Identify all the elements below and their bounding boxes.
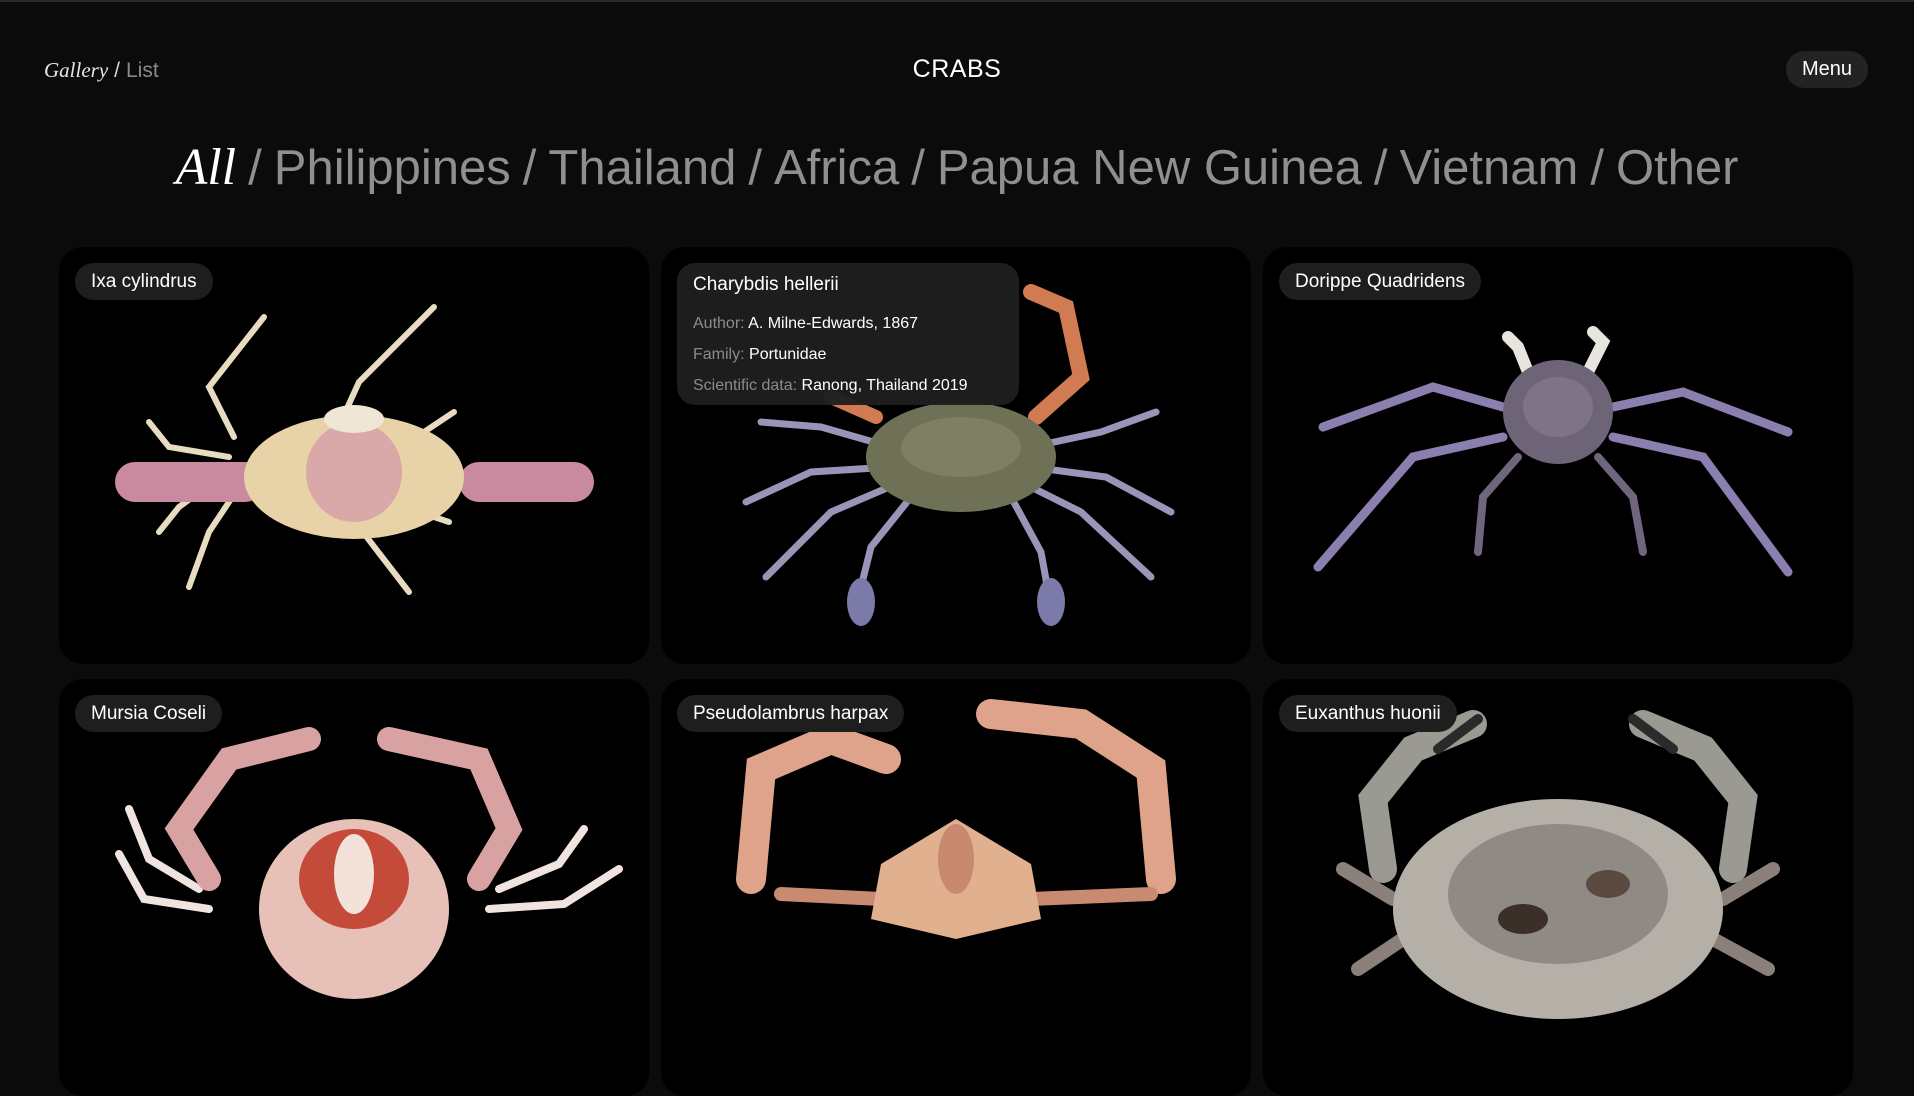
crab-photo xyxy=(736,699,1176,939)
crab-card[interactable]: Ixa cylindrus xyxy=(59,247,649,664)
crab-name-label: Dorippe Quadridens xyxy=(1279,263,1482,300)
crab-card[interactable]: Euxanthus huonii xyxy=(1263,679,1853,1096)
crab-card[interactable]: Dorippe Quadridens xyxy=(1263,247,1853,664)
crab-card[interactable]: Charybdis hellerii Author: A. Milne-Edwa… xyxy=(661,247,1251,664)
region-filter-bar: All / Philippines / Thailand / Africa / Papua Ne… xyxy=(0,138,1914,197)
crab-card[interactable]: Mursia Coseli xyxy=(59,679,649,1096)
crab-name-label: Euxanthus huonii xyxy=(1279,695,1457,732)
site-title: CRABS xyxy=(912,55,1002,83)
filter-philippines[interactable]: Philippines xyxy=(274,141,511,195)
filter-separator: / xyxy=(1373,141,1388,195)
menu-button[interactable]: Menu xyxy=(1785,51,1868,88)
filter-separator: / xyxy=(911,141,925,195)
filter-separator: / xyxy=(248,141,262,195)
family-label: Family: xyxy=(693,346,745,363)
family-row: Family: Portunidae xyxy=(693,346,826,364)
crab-name-label: Charybdis hellerii xyxy=(693,274,839,295)
filter-africa[interactable]: Africa xyxy=(774,141,899,195)
filter-separator: / xyxy=(1590,141,1604,195)
crab-details-tooltip: Charybdis hellerii Author: A. Milne-Edwa… xyxy=(677,263,1019,405)
scientific-data-row: Scientific data: Ranong, Thailand 2019 xyxy=(693,377,968,395)
top-border xyxy=(0,0,1914,2)
filter-all[interactable]: All xyxy=(175,139,236,196)
family-value: Portunidae xyxy=(749,346,827,363)
crab-photo xyxy=(115,727,623,999)
crab-card[interactable]: Pseudolambrus harpax xyxy=(661,679,1251,1096)
author-row: Author: A. Milne-Edwards, 1867 xyxy=(693,315,918,333)
crab-name-label: Pseudolambrus harpax xyxy=(677,695,905,732)
scientific-data-label: Scientific data: xyxy=(693,377,798,394)
filter-separator: / xyxy=(522,141,537,195)
author-value: A. Milne-Edwards, 1867 xyxy=(748,315,919,332)
crab-photo xyxy=(1336,710,1780,1019)
crab-photo xyxy=(115,304,594,595)
crab-photo xyxy=(1313,326,1793,577)
filter-vietnam[interactable]: Vietnam xyxy=(1399,141,1578,195)
author-label: Author: xyxy=(693,315,745,332)
filter-separator: / xyxy=(748,141,762,195)
crab-name-label: Ixa cylindrus xyxy=(75,263,213,300)
filter-papua-new-guinea[interactable]: Papua New Guinea xyxy=(937,141,1362,195)
crab-name-label: Mursia Coseli xyxy=(75,695,223,732)
filter-other[interactable]: Other xyxy=(1616,141,1739,195)
filter-thailand[interactable]: Thailand xyxy=(548,141,736,195)
scientific-data-value: Ranong, Thailand 2019 xyxy=(801,377,968,394)
